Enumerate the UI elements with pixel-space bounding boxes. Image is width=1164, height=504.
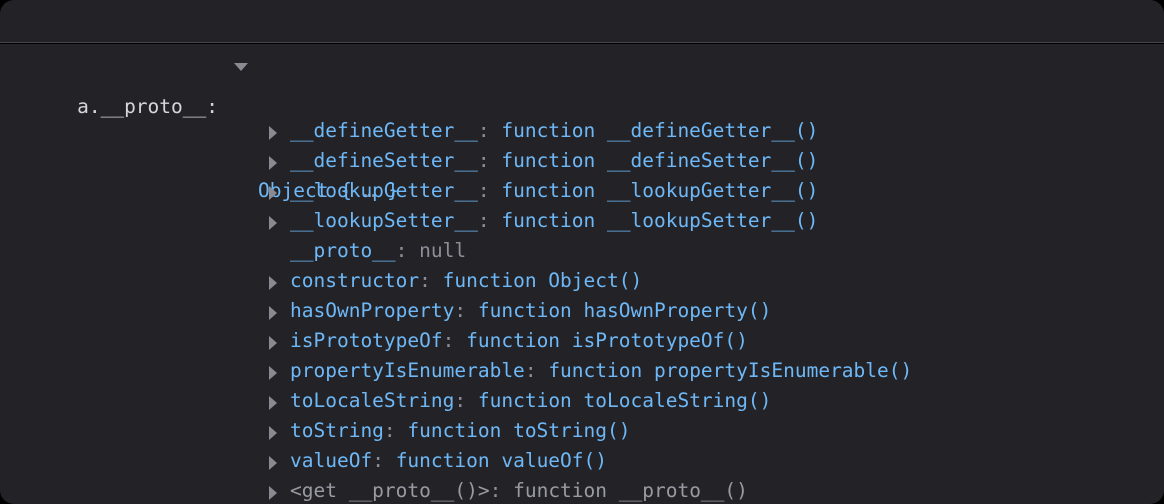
property-name: <get __proto__()> (290, 479, 490, 502)
property-name: valueOf (290, 449, 373, 472)
proto-header-line[interactable]: a.__proto__: Object { … } (0, 44, 1164, 202)
property-name: isPrototypeOf (290, 329, 443, 352)
chevron-right-icon[interactable] (269, 366, 277, 380)
property-text: __lookupGetter__: function __lookupGette… (290, 176, 818, 206)
property-space (490, 209, 502, 232)
console-message-prototype[interactable]: a.prototype: undefined (0, 0, 1164, 116)
property-row[interactable]: __defineSetter__: function __defineSette… (0, 146, 1164, 176)
property-text: __lookupSetter__: function __lookupSette… (290, 206, 818, 236)
property-value: function __lookupGetter__() (501, 179, 819, 202)
property-text: toLocaleString: function toLocaleString(… (290, 386, 771, 416)
property-name: __proto__ (290, 239, 396, 262)
property-row[interactable]: __proto__: null (0, 236, 1164, 266)
property-space (537, 359, 549, 382)
chevron-right-icon[interactable] (269, 336, 277, 350)
chevron-right-icon[interactable] (269, 216, 277, 230)
property-name: hasOwnProperty (290, 299, 455, 322)
property-row[interactable]: toLocaleString: function toLocaleString(… (0, 386, 1164, 416)
property-space (490, 149, 502, 172)
property-text: isPrototypeOf: function isPrototypeOf() (290, 326, 748, 356)
property-row[interactable]: isPrototypeOf: function isPrototypeOf() (0, 326, 1164, 356)
property-value: function valueOf() (395, 449, 608, 472)
property-name: __lookupGetter__ (290, 179, 478, 202)
property-text: __defineSetter__: function __defineSette… (290, 146, 818, 176)
chevron-right-icon[interactable] (269, 456, 277, 470)
property-text: valueOf: function valueOf() (290, 446, 607, 476)
property-name: toString (290, 419, 384, 442)
property-row[interactable]: __lookupSetter__: function __lookupSette… (0, 206, 1164, 236)
chevron-right-icon[interactable] (269, 126, 277, 140)
property-name: constructor (290, 269, 420, 292)
property-row[interactable]: __lookupGetter__: function __lookupGette… (0, 176, 1164, 206)
property-space (490, 179, 502, 202)
property-row[interactable]: valueOf: function valueOf() (0, 446, 1164, 476)
property-text: propertyIsEnumerable: function propertyI… (290, 356, 912, 386)
property-space (407, 239, 419, 262)
property-text: toString: function toString() (290, 416, 630, 446)
property-text: constructor: function Object() (290, 266, 642, 296)
console-output-panel: a.prototype: undefined a.__proto__: Obje… (0, 0, 1164, 504)
property-space (466, 389, 478, 412)
property-value: function hasOwnProperty() (477, 299, 772, 322)
property-colon: : (477, 209, 490, 232)
chevron-right-icon[interactable] (269, 396, 277, 410)
property-value: function __defineGetter__() (501, 119, 819, 142)
property-colon: : (454, 389, 467, 412)
property-space (396, 419, 408, 442)
property-colon: : (383, 419, 396, 442)
property-text: hasOwnProperty: function hasOwnProperty(… (290, 296, 771, 326)
property-space (431, 269, 443, 292)
property-value: function __proto__() (513, 479, 748, 502)
property-name: __defineSetter__ (290, 149, 478, 172)
property-value: function __lookupSetter__() (501, 209, 819, 232)
property-name: toLocaleString (290, 389, 455, 412)
property-value: function propertyIsEnumerable() (548, 359, 913, 382)
property-colon: : (372, 449, 384, 472)
chevron-right-icon[interactable] (269, 486, 277, 500)
property-row[interactable]: toString: function toString() (0, 416, 1164, 446)
property-row[interactable]: propertyIsEnumerable: function propertyI… (0, 356, 1164, 386)
property-row[interactable]: __defineGetter__: function __defineGette… (0, 116, 1164, 146)
property-colon: : (477, 179, 490, 202)
console-message-proto[interactable]: a.__proto__: Object { … } __defineGetter… (0, 44, 1164, 504)
property-space (454, 329, 466, 352)
property-colon: : (489, 479, 502, 502)
property-value: function toLocaleString() (477, 389, 772, 412)
object-properties-list: __defineGetter__: function __defineGette… (0, 116, 1164, 504)
chevron-right-icon[interactable] (269, 156, 277, 170)
property-space (384, 449, 396, 472)
property-colon: : (395, 239, 408, 262)
property-row[interactable]: <get __proto__()>: function __proto__() (0, 476, 1164, 504)
property-colon: : (419, 269, 431, 292)
property-text: __proto__: null (290, 236, 466, 266)
chevron-down-icon[interactable] (234, 63, 248, 71)
property-value: function toString() (407, 419, 631, 442)
chevron-right-icon[interactable] (269, 276, 277, 290)
property-row[interactable]: constructor: function Object() (0, 266, 1164, 296)
chevron-right-icon[interactable] (269, 426, 277, 440)
property-value: function Object() (442, 269, 643, 292)
property-colon: : (454, 299, 467, 322)
property-value: function isPrototypeOf() (466, 329, 748, 352)
property-space (466, 299, 478, 322)
property-space (501, 479, 513, 502)
property-name: propertyIsEnumerable (290, 359, 525, 382)
property-text: __defineGetter__: function __defineGette… (290, 116, 818, 146)
property-colon: : (477, 149, 490, 172)
property-colon: : (442, 329, 455, 352)
property-row[interactable]: hasOwnProperty: function hasOwnProperty(… (0, 296, 1164, 326)
property-value: function __defineSetter__() (501, 149, 819, 172)
property-space (490, 119, 502, 142)
property-name: __lookupSetter__ (290, 209, 478, 232)
chevron-right-icon[interactable] (269, 186, 277, 200)
chevron-right-icon[interactable] (269, 306, 277, 320)
property-value: null (419, 239, 467, 262)
property-name: __defineGetter__ (290, 119, 478, 142)
prototype-line: a.prototype: undefined (0, 0, 1164, 116)
property-text: <get __proto__()>: function __proto__() (290, 476, 748, 504)
property-colon: : (477, 119, 490, 142)
property-colon: : (524, 359, 537, 382)
